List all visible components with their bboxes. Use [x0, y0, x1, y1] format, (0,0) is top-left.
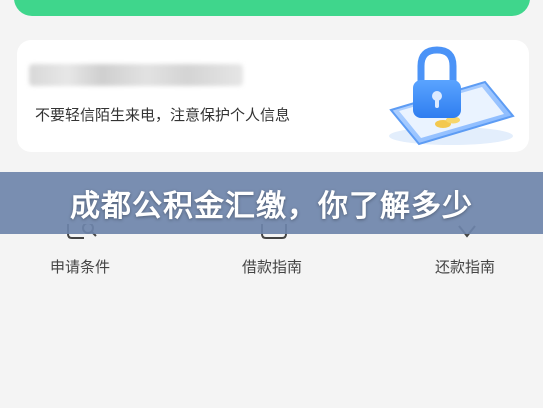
nav-label-repay-guide: 还款指南 — [434, 258, 495, 276]
blurred-phone-number — [29, 64, 243, 86]
safety-notice-text: 不要轻信陌生来电，注意保护个人信息 — [35, 106, 291, 124]
nav-label-apply-conditions: 申请条件 — [49, 258, 110, 276]
safety-notice-card[interactable]: 不要轻信陌生来电，注意保护个人信息 — [17, 40, 529, 152]
top-green-button-bar[interactable] — [14, 0, 530, 16]
loan-nav-row: 申请条件 借款指南 还款指南 — [0, 224, 543, 294]
nav-item-repay-guide[interactable]: 还款指南 — [405, 225, 525, 294]
article-title: 成都公积金汇缴，你了解多少 — [70, 189, 473, 224]
nav-label-borrow-guide: 借款指南 — [241, 258, 302, 276]
lock-phone-illustration — [389, 46, 515, 146]
nav-item-borrow-guide[interactable]: 借款指南 — [212, 224, 332, 294]
article-title-banner: 成都公积金汇缴，你了解多少 — [0, 172, 543, 234]
empty-content-area — [0, 294, 543, 408]
nav-item-apply-conditions[interactable]: 申请条件 — [20, 224, 140, 294]
